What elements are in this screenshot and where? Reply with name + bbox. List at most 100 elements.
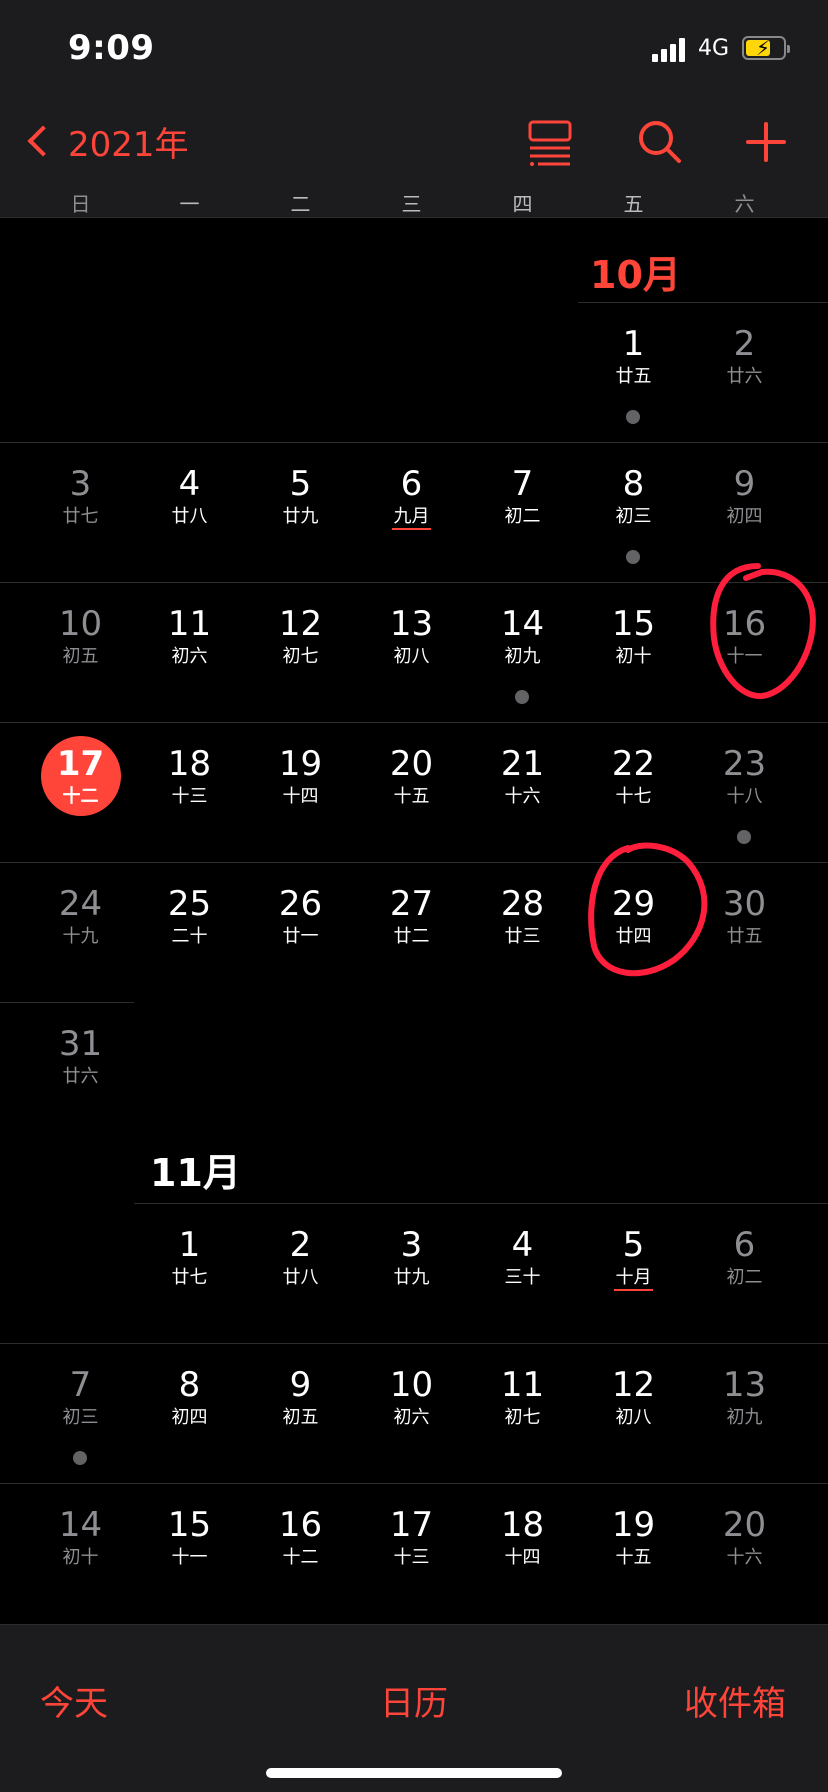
lunar-date: 廿三 — [504, 926, 541, 947]
year-label: 2021年 — [68, 124, 189, 165]
calendar-day-cell[interactable]: 11 初七 — [467, 1343, 578, 1463]
calendar-day-cell[interactable]: 19 十五 — [578, 1483, 689, 1603]
day-number: 8 — [622, 464, 645, 504]
lunar-date: 廿一 — [282, 926, 319, 947]
day-number: 12 — [278, 604, 323, 644]
lunar-date: 初五 — [62, 646, 99, 667]
calendars-button[interactable]: 日历 — [380, 1676, 448, 1725]
calendar-day-cell[interactable]: 17 十三 — [356, 1483, 467, 1603]
day-number: 11 — [500, 1365, 545, 1405]
calendar-day-cell[interactable]: 6 九月 — [356, 442, 467, 562]
calendar-day-cell[interactable]: 1 廿七 — [134, 1203, 245, 1323]
day-number: 27 — [389, 884, 434, 924]
day-number: 17 — [389, 1505, 434, 1545]
day-number: 2 — [733, 324, 756, 364]
calendar-day-cell[interactable]: 5 廿九 — [245, 442, 356, 562]
lunar-date: 十一 — [726, 646, 763, 667]
calendar-day-cell[interactable]: 5 十月 — [578, 1203, 689, 1323]
calendar-day-cell[interactable]: 25 二十 — [134, 862, 245, 982]
lunar-date: 廿九 — [282, 506, 319, 527]
back-to-year-button[interactable]: 2021年 — [24, 118, 189, 165]
calendar-day-cell[interactable]: 18 十三 — [134, 722, 245, 842]
lunar-month-underline — [392, 528, 431, 530]
day-number: 10 — [389, 1365, 434, 1405]
home-indicator — [266, 1768, 562, 1778]
add-event-icon[interactable] — [738, 114, 794, 170]
calendar-day-cell[interactable]: 27 廿二 — [356, 862, 467, 982]
lunar-date: 廿五 — [615, 366, 652, 387]
calendar-day-cell[interactable]: 9 初五 — [245, 1343, 356, 1463]
calendar-day-cell[interactable]: 13 初八 — [356, 582, 467, 702]
calendar-day-cell[interactable]: 13 初九 — [689, 1343, 800, 1463]
calendar-day-cell[interactable]: 17 十二 — [25, 722, 136, 842]
calendar-day-cell[interactable]: 20 十五 — [356, 722, 467, 842]
calendar-day-cell[interactable]: 10 初五 — [25, 582, 136, 702]
calendar-day-cell[interactable]: 1 廿五 — [578, 302, 689, 424]
calendar-day-cell[interactable]: 2 廿八 — [245, 1203, 356, 1323]
calendar-day-cell[interactable]: 21 十六 — [467, 722, 578, 842]
calendar-day-cell[interactable]: 16 十一 — [689, 582, 800, 702]
day-number: 23 — [722, 744, 767, 784]
calendar-day-cell[interactable]: 2 廿六 — [689, 302, 800, 422]
search-icon[interactable] — [632, 114, 688, 170]
calendar-day-cell[interactable]: 30 廿五 — [689, 862, 800, 982]
lunar-date: 十二 — [282, 1547, 319, 1568]
calendar-day-cell[interactable]: 23 十八 — [689, 722, 800, 844]
calendar-day-cell[interactable]: 8 初四 — [134, 1343, 245, 1463]
calendar-day-cell[interactable]: 15 十一 — [134, 1483, 245, 1603]
lunar-date: 九月 — [393, 506, 430, 527]
lunar-date: 初二 — [726, 1267, 763, 1288]
event-dot — [626, 550, 640, 564]
divider — [0, 217, 828, 218]
calendar-day-cell[interactable]: 4 廿八 — [134, 442, 245, 562]
calendar-day-cell[interactable]: 11 初六 — [134, 582, 245, 702]
calendar-day-cell[interactable]: 7 初二 — [467, 442, 578, 562]
list-view-icon[interactable] — [524, 114, 580, 170]
lunar-date: 初四 — [726, 506, 763, 527]
day-number: 21 — [500, 744, 545, 784]
lunar-date: 初九 — [504, 646, 541, 667]
calendar-day-cell[interactable]: 18 十四 — [467, 1483, 578, 1603]
calendar-day-cell[interactable]: 8 初三 — [578, 442, 689, 564]
month-title-october: 10月 — [590, 253, 681, 297]
inbox-button[interactable]: 收件箱 — [684, 1676, 786, 1725]
calendar-day-cell[interactable]: 31 廿六 — [25, 1002, 136, 1122]
lunar-month-underline — [614, 1289, 653, 1291]
calendar-day-cell[interactable]: 4 三十 — [467, 1203, 578, 1323]
calendar-day-cell[interactable]: 3 廿七 — [25, 442, 136, 562]
day-number: 2 — [289, 1225, 312, 1265]
day-number: 18 — [167, 744, 212, 784]
lunar-date: 十四 — [504, 1547, 541, 1568]
calendar-day-cell[interactable]: 16 十二 — [245, 1483, 356, 1603]
calendar-day-cell[interactable]: 19 十四 — [245, 722, 356, 842]
today-button[interactable]: 今天 — [40, 1676, 108, 1725]
chevron-left-icon — [27, 125, 59, 157]
status-time: 9:09 — [68, 28, 155, 68]
calendar-day-cell[interactable]: 20 十六 — [689, 1483, 800, 1603]
calendar-day-cell[interactable]: 15 初十 — [578, 582, 689, 702]
calendar-day-cell[interactable]: 9 初四 — [689, 442, 800, 562]
day-number: 13 — [722, 1365, 767, 1405]
calendar-day-cell[interactable]: 12 初七 — [245, 582, 356, 702]
calendar-day-cell[interactable]: 10 初六 — [356, 1343, 467, 1463]
day-number: 24 — [58, 884, 103, 924]
calendar-day-cell[interactable]: 14 初十 — [25, 1483, 136, 1603]
day-number: 4 — [511, 1225, 534, 1265]
status-bar: 9:09 4G ⚡ — [0, 0, 828, 100]
calendar-day-cell[interactable]: 28 廿三 — [467, 862, 578, 982]
calendar-day-cell[interactable]: 29 廿四 — [578, 862, 689, 982]
day-number: 14 — [500, 604, 545, 644]
calendar-day-cell[interactable]: 14 初九 — [467, 582, 578, 704]
calendar-day-cell[interactable]: 22 十七 — [578, 722, 689, 842]
calendar-day-cell[interactable]: 26 廿一 — [245, 862, 356, 982]
calendar-day-cell[interactable]: 7 初三 — [25, 1343, 136, 1465]
lunar-date: 初七 — [504, 1407, 541, 1428]
calendar-day-cell[interactable]: 3 廿九 — [356, 1203, 467, 1323]
day-number: 3 — [69, 464, 92, 504]
lunar-date: 十五 — [615, 1547, 652, 1568]
calendar-day-cell[interactable]: 6 初二 — [689, 1203, 800, 1323]
calendar-day-cell[interactable]: 24 十九 — [25, 862, 136, 982]
calendar-day-cell[interactable]: 12 初八 — [578, 1343, 689, 1463]
lunar-date: 初六 — [393, 1407, 430, 1428]
lunar-date: 初七 — [282, 646, 319, 667]
